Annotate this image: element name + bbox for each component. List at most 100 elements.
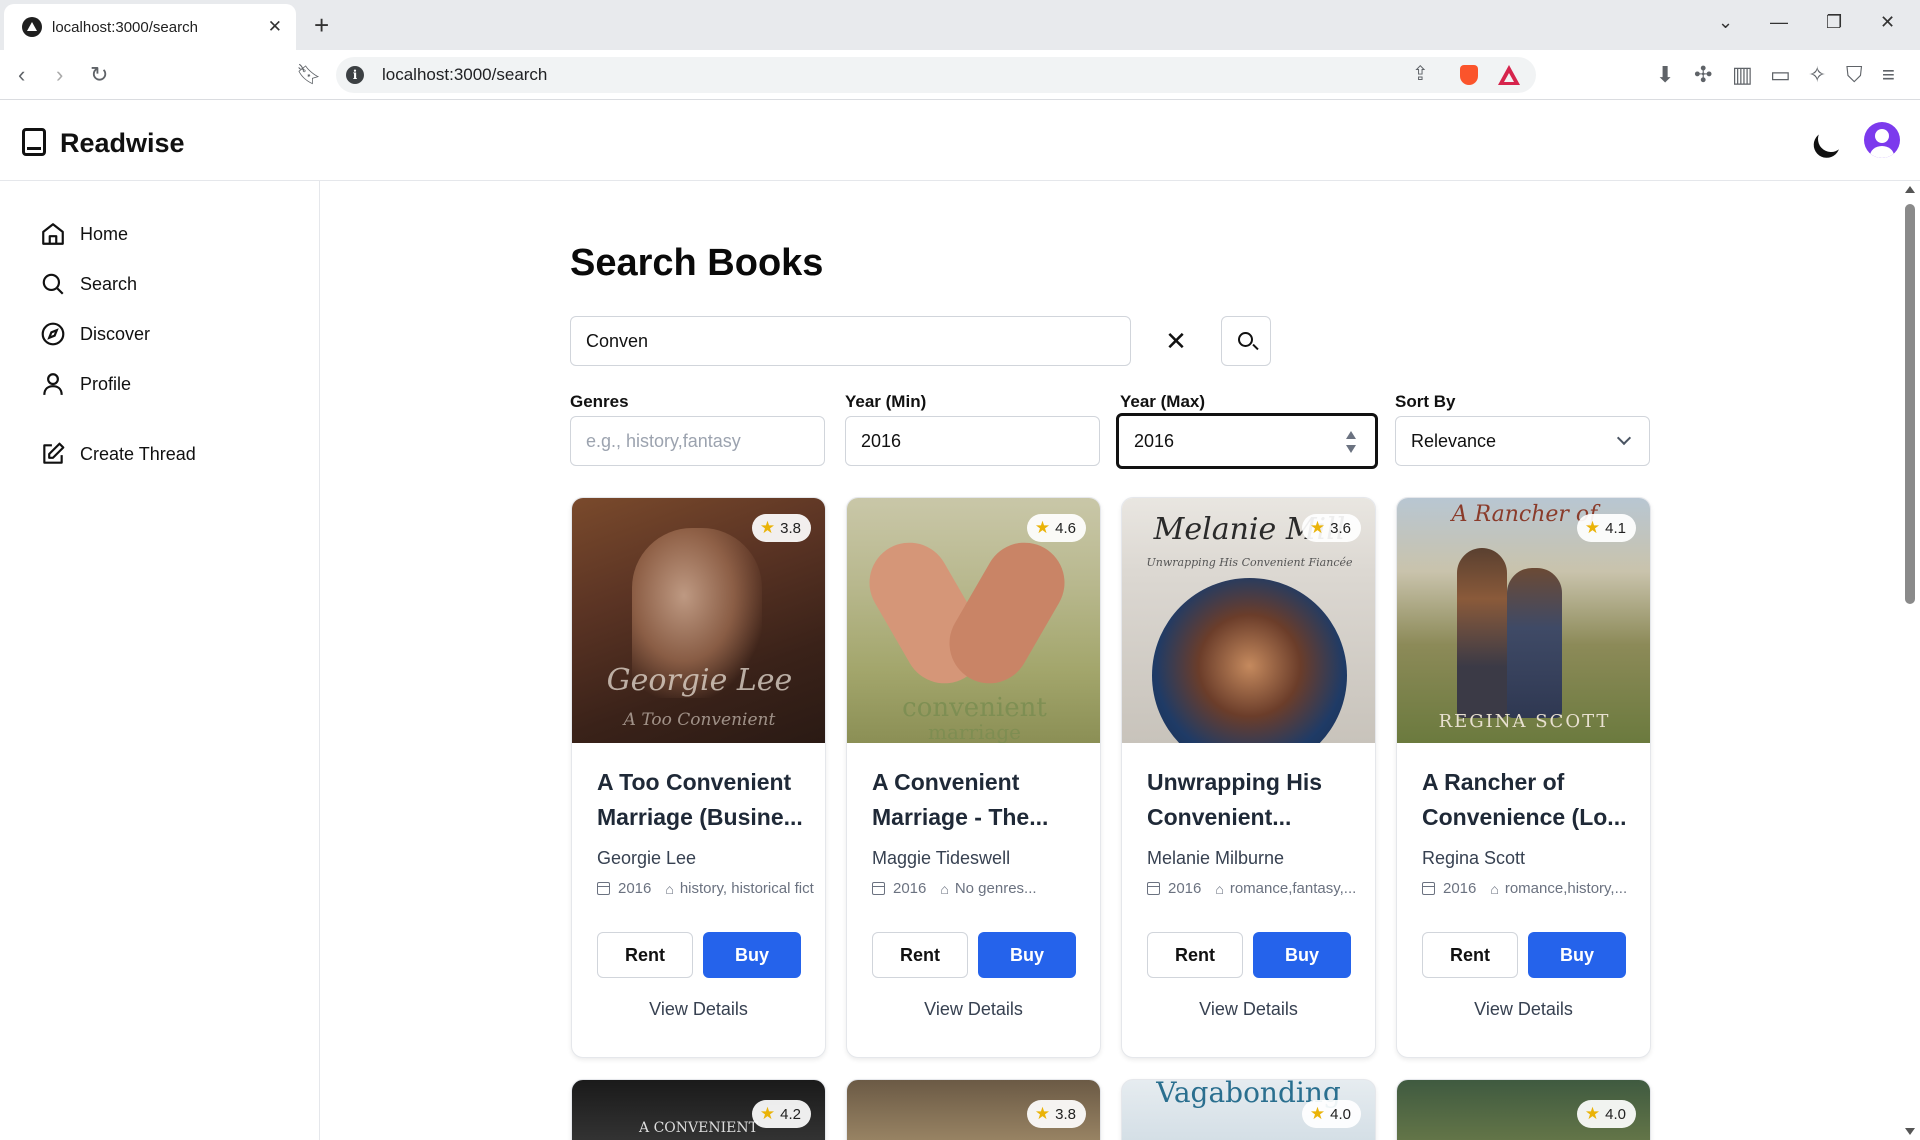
search-icon — [42, 273, 64, 295]
view-details-link[interactable]: View Details — [1122, 999, 1375, 1020]
search-button[interactable] — [1221, 316, 1271, 366]
buy-button[interactable]: Buy — [1528, 932, 1626, 978]
browser-toolbar: ‹ › ↻ 🔖︎ i localhost:3000/search ⇪ ⬇ ✣ ▥… — [0, 50, 1920, 100]
scroll-down-arrow-icon[interactable] — [1905, 1128, 1915, 1135]
sidebar-item-label: Home — [80, 223, 129, 244]
tag-icon: ⌂ — [1490, 880, 1499, 897]
view-details-link[interactable]: View Details — [1397, 999, 1650, 1020]
calendar-icon — [1147, 882, 1160, 895]
vpn-icon[interactable]: ⛉ — [1846, 62, 1863, 88]
address-bar[interactable]: i localhost:3000/search ⇪ — [336, 57, 1536, 93]
compass-icon — [41, 322, 65, 346]
book-title[interactable]: A Rancher of Convenience (Lo... — [1422, 765, 1632, 835]
rent-button[interactable]: Rent — [597, 932, 693, 978]
sidebar-item-home[interactable]: Home — [40, 219, 128, 249]
view-details-link[interactable]: View Details — [847, 999, 1100, 1020]
buy-button[interactable]: Buy — [978, 932, 1076, 978]
maximize-icon[interactable]: ❐ — [1826, 12, 1842, 33]
book-year: 2016 — [1168, 880, 1202, 897]
book-meta: 2016 ⌂ romance,history,... — [1422, 880, 1650, 897]
tab-search-chevron-icon[interactable]: ⌄ — [1718, 12, 1733, 33]
brave-shields-icon[interactable] — [1460, 65, 1478, 85]
brave-rewards-icon[interactable] — [1498, 65, 1520, 85]
sidebar-item-label: Search — [80, 273, 138, 294]
book-card[interactable]: Vagabonding ★ 4.0 — [1121, 1079, 1376, 1140]
book-author: Georgie Lee — [597, 848, 697, 868]
rent-button[interactable]: Rent — [1147, 932, 1243, 978]
search-input[interactable] — [570, 316, 1131, 366]
sidebar-icon[interactable]: ▥ — [1732, 62, 1753, 88]
sidebar-item-discover[interactable]: Discover — [40, 319, 150, 349]
rating-badge: ★ 4.6 — [1026, 514, 1086, 542]
buy-button[interactable]: Buy — [1253, 932, 1351, 978]
book-meta: 2016 ⌂ history, historical fict — [597, 880, 825, 897]
buy-button[interactable]: Buy — [703, 932, 801, 978]
star-icon: ★ — [1584, 1104, 1601, 1123]
book-card[interactable]: A CONVENIENT ★ 4.2 — [571, 1079, 826, 1140]
rating-value: 3.6 — [1330, 519, 1351, 537]
window-close-icon[interactable]: ✕ — [1880, 12, 1895, 33]
cover-subtext: Unwrapping His Convenient Fiancée — [1146, 556, 1353, 569]
home-icon — [42, 223, 64, 245]
bookmark-icon[interactable]: 🔖︎ — [296, 62, 321, 88]
rating-badge: ★ 3.8 — [751, 514, 811, 542]
sidebar-item-label: Create Thread — [80, 443, 196, 464]
sidebar-item-profile[interactable]: Profile — [40, 369, 131, 399]
favicon-icon — [22, 17, 42, 37]
rating-value: 4.6 — [1055, 519, 1076, 537]
avatar[interactable] — [1864, 122, 1900, 158]
rating-badge: ★ 4.1 — [1576, 514, 1636, 542]
sidebar-item-search[interactable]: Search — [40, 269, 137, 299]
tab-close-icon[interactable]: ✕ — [268, 17, 282, 37]
genres-input[interactable] — [570, 416, 825, 466]
year-max-input[interactable] — [1116, 413, 1378, 469]
reload-icon[interactable]: ↻ — [90, 62, 108, 88]
wallet-icon[interactable]: ▭ — [1770, 62, 1791, 88]
cover-subtext: A Too Convenient — [623, 710, 776, 730]
scrollbar-thumb[interactable] — [1905, 204, 1915, 604]
app-logo[interactable]: Readwise — [60, 128, 185, 159]
leo-ai-icon[interactable]: ✧ — [1808, 62, 1826, 88]
year-min-input[interactable] — [845, 416, 1100, 466]
share-icon[interactable]: ⇪ — [1412, 61, 1429, 87]
scroll-up-arrow-icon[interactable] — [1905, 186, 1915, 193]
book-title[interactable]: A Convenient Marriage - The... — [872, 765, 1082, 835]
view-details-link[interactable]: View Details — [572, 999, 825, 1020]
book-title-line: Marriage (Busine... — [597, 804, 803, 830]
download-icon[interactable]: ⬇ — [1656, 62, 1674, 88]
rent-button[interactable]: Rent — [1422, 932, 1518, 978]
book-title-line: A Convenient — [872, 769, 1020, 795]
star-icon: ★ — [1309, 1104, 1326, 1123]
tag-icon: ⌂ — [1215, 880, 1224, 897]
app-header — [0, 100, 1920, 181]
clear-search-button[interactable]: ✕ — [1163, 320, 1189, 362]
minimize-icon[interactable]: — — [1770, 12, 1788, 33]
tag-icon: ⌂ — [940, 880, 949, 897]
book-title[interactable]: Unwrapping His Convenient... — [1147, 765, 1357, 835]
rating-badge: ★ 3.6 — [1301, 514, 1361, 542]
number-spinner-icon[interactable] — [1345, 431, 1357, 455]
star-icon: ★ — [1309, 518, 1326, 537]
book-card: Georgie Lee A Too Convenient ★ 3.8 A Too … — [571, 497, 826, 1058]
site-info-icon[interactable]: i — [346, 66, 364, 84]
sort-by-select[interactable]: Relevance — [1395, 416, 1650, 466]
calendar-icon — [1422, 882, 1435, 895]
forward-icon[interactable]: › — [56, 62, 63, 88]
browser-tab[interactable]: localhost:3000/search ✕ — [4, 4, 296, 50]
url-text: localhost:3000/search — [382, 65, 548, 84]
page-title: Search Books — [570, 242, 824, 284]
new-tab-button[interactable]: + — [314, 10, 329, 41]
book-card: A Rancher of REGINA SCOTT ★ 4.1 A Rancher… — [1396, 497, 1651, 1058]
extensions-icon[interactable]: ✣ — [1694, 62, 1712, 88]
back-icon[interactable]: ‹ — [18, 62, 25, 88]
book-card[interactable]: ★ 4.0 — [1396, 1079, 1651, 1140]
book-title[interactable]: A Too Convenient Marriage (Busine... — [597, 765, 807, 835]
rent-button[interactable]: Rent — [872, 932, 968, 978]
rating-badge: ★ 4.0 — [1301, 1100, 1361, 1128]
sidebar-item-create-thread[interactable]: Create Thread — [40, 439, 196, 469]
book-card[interactable]: ★ 3.8 — [846, 1079, 1101, 1140]
rating-value: 4.2 — [780, 1105, 801, 1123]
menu-icon[interactable]: ≡ — [1882, 62, 1895, 88]
book-meta: 2016 ⌂ romance,fantasy,... — [1147, 880, 1375, 897]
sidebar-item-label: Discover — [80, 323, 151, 344]
